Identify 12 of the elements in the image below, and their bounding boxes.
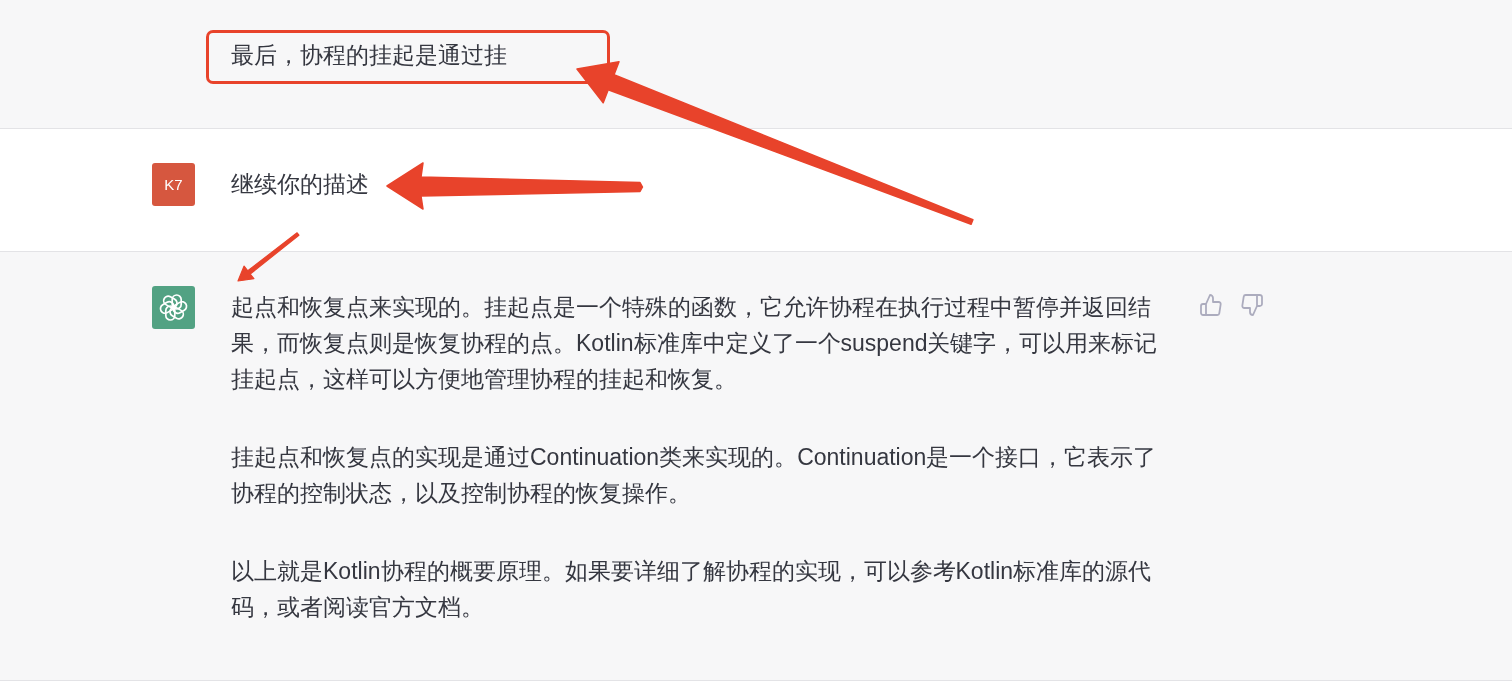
message-text: 以上就是Kotlin协程的概要原理。如果要详细了解协程的实现，可以参考Kotlin标准库的源代码，或者阅读官方文档。 [231,557,1153,622]
user-avatar: K7 [152,163,195,206]
message-text: 继续你的描述 [231,170,369,199]
thumbs-up-icon [1200,294,1222,316]
thumbs-down-button[interactable] [1241,294,1263,316]
thumbs-up-button[interactable] [1200,294,1222,316]
annotation-arrow [237,232,300,282]
thumbs-down-icon [1241,294,1263,316]
message-text: 挂起点和恢复点的实现是通过Continuation类来实现的。Continuation是一个接口，它表示了协程的控制状态，以及控制协程的恢复操作。 [231,443,1158,508]
logo-icon [152,286,195,329]
message-text: 最后，协程的挂起是通过挂 [231,41,507,70]
message-text: 起点和恢复点来实现的。挂起点是一个特殊的函数，它允许协程在执行过程中暂停并返回结果，而恢复点则是恢复协程的点。Kotlin标准库中定义了一个suspend关键字，可以用来标记挂起点，这样可以方便地管理协程的挂起和恢复。 [231,293,1159,394]
